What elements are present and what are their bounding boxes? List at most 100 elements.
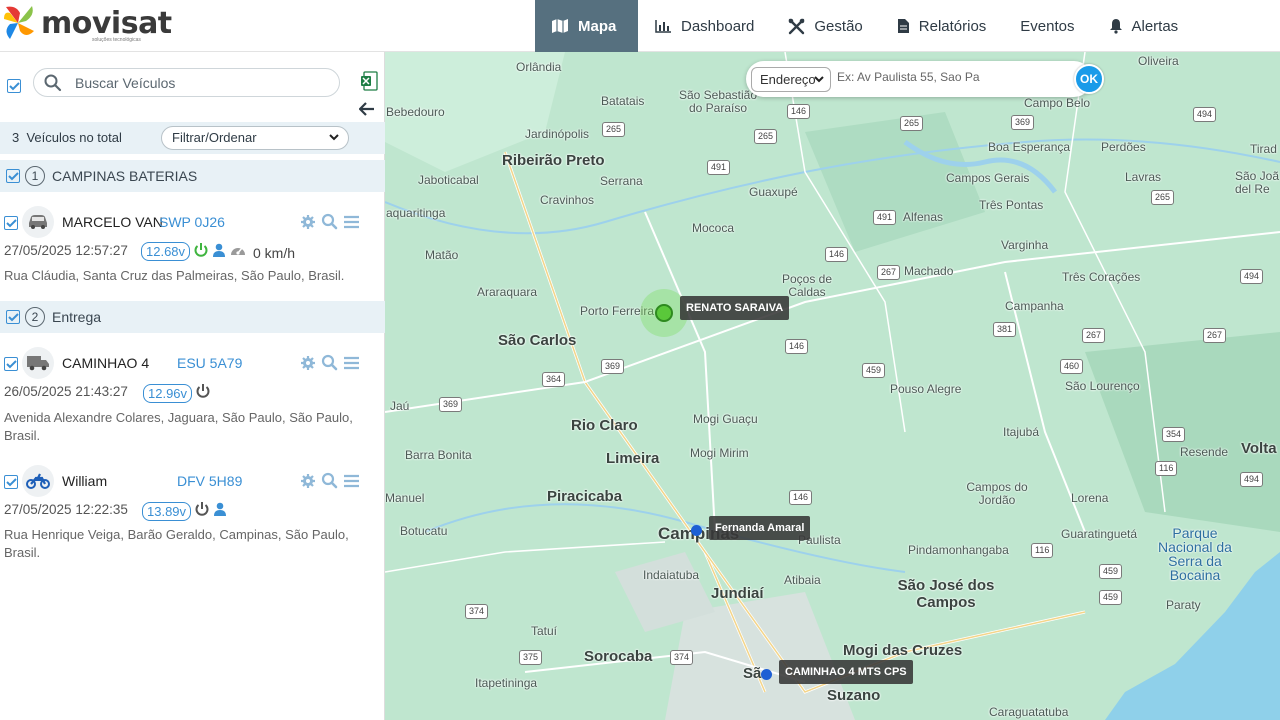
vehicle-marker[interactable]	[655, 304, 673, 322]
highway-shield: 375	[519, 650, 543, 665]
arrow-left-icon[interactable]	[358, 102, 375, 121]
group-header[interactable]: 2 Entrega	[0, 301, 385, 333]
vehicle-marker[interactable]	[761, 669, 772, 680]
address-type-select[interactable]: Endereço	[751, 67, 831, 92]
vehicle-item[interactable]: CAMINHAO 4 ESU 5A79 26/05/2025 21:43:27 …	[0, 347, 385, 447]
filter-label: Filtrar/Ordenar	[172, 130, 257, 145]
vehicle-item[interactable]: MARCELO VAN SWP 0J26 27/05/2025 12:57:27…	[0, 206, 385, 286]
address-input[interactable]	[837, 70, 1067, 84]
highway-shield: 491	[873, 210, 897, 225]
city-label: Jaboticabal	[418, 173, 479, 187]
city-label: Campos Gerais	[946, 171, 1030, 185]
select-all-checkbox[interactable]	[7, 79, 21, 93]
city-label: Tatuí	[531, 624, 558, 638]
vehicle-actions	[300, 354, 360, 376]
vehicle-status-icons	[194, 501, 227, 522]
city-label: Machado	[904, 264, 954, 278]
gear-icon[interactable]	[300, 355, 316, 376]
highway-shield: 381	[993, 322, 1017, 337]
city-label: aquaritinga	[386, 206, 446, 220]
document-icon	[897, 18, 910, 34]
vehicle-marker-label[interactable]: CAMINHAO 4 MTS CPS	[779, 660, 913, 684]
car-icon	[22, 206, 54, 238]
logo[interactable]: movisat soluções tecnológicas	[2, 3, 172, 47]
highway-shield: 265	[754, 129, 778, 144]
vehicle-status-icons: 0 km/h	[193, 242, 295, 263]
city-label: Campanha	[1005, 299, 1064, 313]
city-label: Limeira	[606, 450, 660, 467]
group-checkbox[interactable]	[6, 310, 20, 324]
nav-eventos[interactable]: Eventos	[1003, 0, 1091, 52]
vehicle-voltage: 12.68v	[141, 242, 191, 261]
highway-shield: 146	[785, 339, 809, 354]
city-label: Alfenas	[903, 210, 944, 224]
map-view[interactable]: Orlândia Batatais São Sebastião do Paraí…	[385, 52, 1280, 720]
bar-chart-icon	[655, 19, 672, 33]
city-label: São Lourenço	[1065, 379, 1140, 393]
nav-label: Alertas	[1131, 17, 1179, 35]
group-checkbox[interactable]	[6, 169, 20, 183]
group-header[interactable]: 1 CAMPINAS BATERIAS	[0, 160, 385, 192]
vehicle-name: MARCELO VAN	[62, 214, 163, 230]
highway-shield: 116	[1031, 543, 1054, 558]
map-icon	[551, 18, 569, 34]
gear-icon[interactable]	[300, 473, 316, 494]
vehicle-item[interactable]: William DFV 5H89 27/05/2025 12:22:35 13.…	[0, 465, 385, 565]
nav-alertas[interactable]: Alertas	[1092, 0, 1196, 52]
search-icon[interactable]	[321, 472, 338, 494]
highway-shield: 267	[877, 265, 901, 280]
vehicle-plate[interactable]: SWP 0J26	[159, 214, 225, 230]
logo-pinwheel-icon	[4, 6, 34, 39]
nav-dashboard[interactable]: Dashboard	[638, 0, 771, 52]
menu-icon[interactable]	[343, 474, 360, 493]
search-icon[interactable]	[321, 213, 338, 235]
vehicle-marker-label[interactable]: Fernanda Amaral	[709, 516, 811, 540]
ok-button[interactable]: OK	[1074, 64, 1104, 94]
highway-shield: 494	[1240, 472, 1264, 487]
vehicle-checkbox[interactable]	[4, 357, 18, 371]
vehicle-plate[interactable]: ESU 5A79	[177, 355, 242, 371]
main-nav: Mapa Dashboard Gestão Relatórios Eventos	[535, 0, 1195, 52]
search-icon[interactable]	[321, 354, 338, 376]
city-label: Guaxupé	[749, 185, 798, 199]
vehicle-address: Rua Cláudia, Santa Cruz das Palmeiras, S…	[4, 268, 345, 283]
vehicle-marker[interactable]	[691, 525, 702, 536]
menu-icon[interactable]	[343, 356, 360, 375]
highway-shield: 146	[825, 247, 849, 262]
city-label: Varginha	[1001, 238, 1049, 252]
search-input[interactable]	[75, 74, 325, 92]
vehicle-plate[interactable]: DFV 5H89	[177, 473, 242, 489]
vehicle-marker-label[interactable]: RENATO SARAIVA	[680, 296, 790, 320]
vehicle-address: Rua Henrique Veiga, Barão Geraldo, Campi…	[4, 527, 349, 560]
nav-mapa[interactable]: Mapa	[535, 0, 638, 52]
group-name: CAMPINAS BATERIAS	[52, 168, 198, 184]
nav-gestao[interactable]: Gestão	[771, 0, 879, 52]
city-label: São Sebastião do Paraíso	[678, 88, 758, 115]
vehicle-datetime: 26/05/2025 21:43:27	[4, 384, 128, 399]
filter-sort-select[interactable]: Filtrar/Ordenar	[161, 126, 349, 150]
city-label: Mococa	[692, 221, 735, 235]
city-label: Indaiatuba	[643, 568, 700, 582]
vehicle-voltage: 13.89v	[142, 502, 192, 521]
excel-export-icon[interactable]	[360, 71, 378, 96]
vehicle-checkbox[interactable]	[4, 216, 18, 230]
vehicle-speed: 0 km/h	[253, 244, 296, 261]
city-label: Orlândia	[516, 60, 562, 74]
city-label: Três Corações	[1062, 270, 1141, 284]
highway-shield: 364	[542, 372, 566, 387]
city-label: Pindamonhangaba	[908, 543, 1009, 557]
city-label: São Carlos	[498, 332, 577, 349]
vehicle-status-icons	[195, 383, 211, 404]
vehicle-voltage: 12.96v	[143, 384, 193, 403]
city-label: Mogi Guaçu	[693, 412, 758, 426]
nav-relatorios[interactable]: Relatórios	[880, 0, 1004, 52]
city-label: Oliveira	[1138, 54, 1179, 68]
city-label: Jaú	[390, 399, 410, 413]
city-label: Campos do Jordão	[966, 480, 1028, 507]
highway-shield: 146	[787, 104, 811, 119]
vehicle-checkbox[interactable]	[4, 475, 18, 489]
city-label: Tirad	[1250, 142, 1277, 156]
gear-icon[interactable]	[300, 214, 316, 235]
menu-icon[interactable]	[343, 215, 360, 234]
total-count: 3	[12, 130, 20, 145]
